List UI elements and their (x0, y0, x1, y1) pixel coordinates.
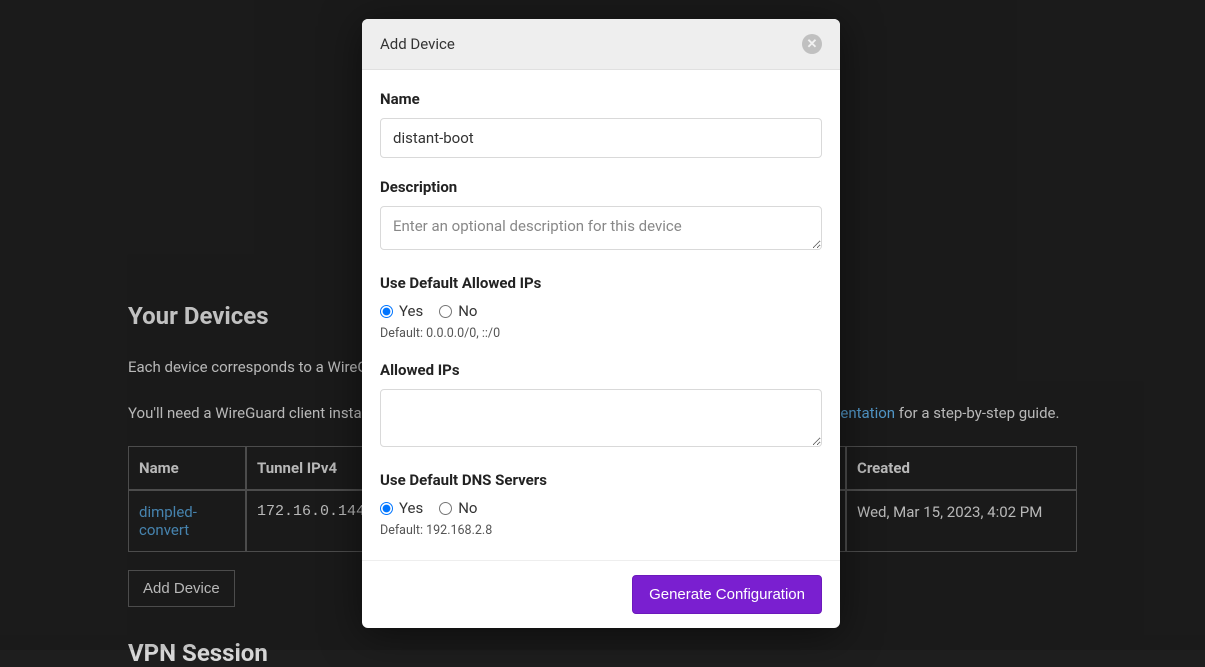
dns-yes-radio[interactable] (380, 502, 393, 515)
dns-yes-option[interactable]: Yes (380, 499, 423, 517)
close-icon[interactable]: ✕ (802, 34, 822, 54)
modal-footer: Generate Configuration (362, 560, 840, 628)
modal-title: Add Device (380, 35, 455, 53)
dns-no-option[interactable]: No (439, 499, 477, 517)
dns-no-radio[interactable] (439, 502, 452, 515)
generate-configuration-button[interactable]: Generate Configuration (632, 575, 822, 614)
name-label: Name (380, 90, 822, 108)
allowed-ips-input[interactable] (380, 389, 822, 447)
allowed-ips-hint: Default: 0.0.0.0/0, ::/0 (380, 326, 822, 341)
modal-header: Add Device ✕ (362, 19, 840, 70)
description-label: Description (380, 178, 822, 196)
allowed-ips-no-option[interactable]: No (439, 302, 477, 320)
use-default-allowed-ips-label: Use Default Allowed IPs (380, 274, 822, 292)
modal-body: Name Description Use Default Allowed IPs… (362, 70, 840, 560)
dns-hint: Default: 192.168.2.8 (380, 523, 822, 538)
dns-yes-text: Yes (399, 499, 423, 517)
allowed-ips-label: Allowed IPs (380, 361, 822, 379)
allowed-ips-no-text: No (458, 302, 477, 320)
allowed-ips-yes-text: Yes (399, 302, 423, 320)
name-input[interactable] (380, 118, 822, 158)
allowed-ips-yes-option[interactable]: Yes (380, 302, 423, 320)
description-input[interactable] (380, 206, 822, 250)
add-device-modal: Add Device ✕ Name Description Use Defaul… (362, 19, 840, 628)
allowed-ips-yes-radio[interactable] (380, 305, 393, 318)
allowed-ips-no-radio[interactable] (439, 305, 452, 318)
dns-no-text: No (458, 499, 477, 517)
use-default-dns-label: Use Default DNS Servers (380, 471, 822, 489)
